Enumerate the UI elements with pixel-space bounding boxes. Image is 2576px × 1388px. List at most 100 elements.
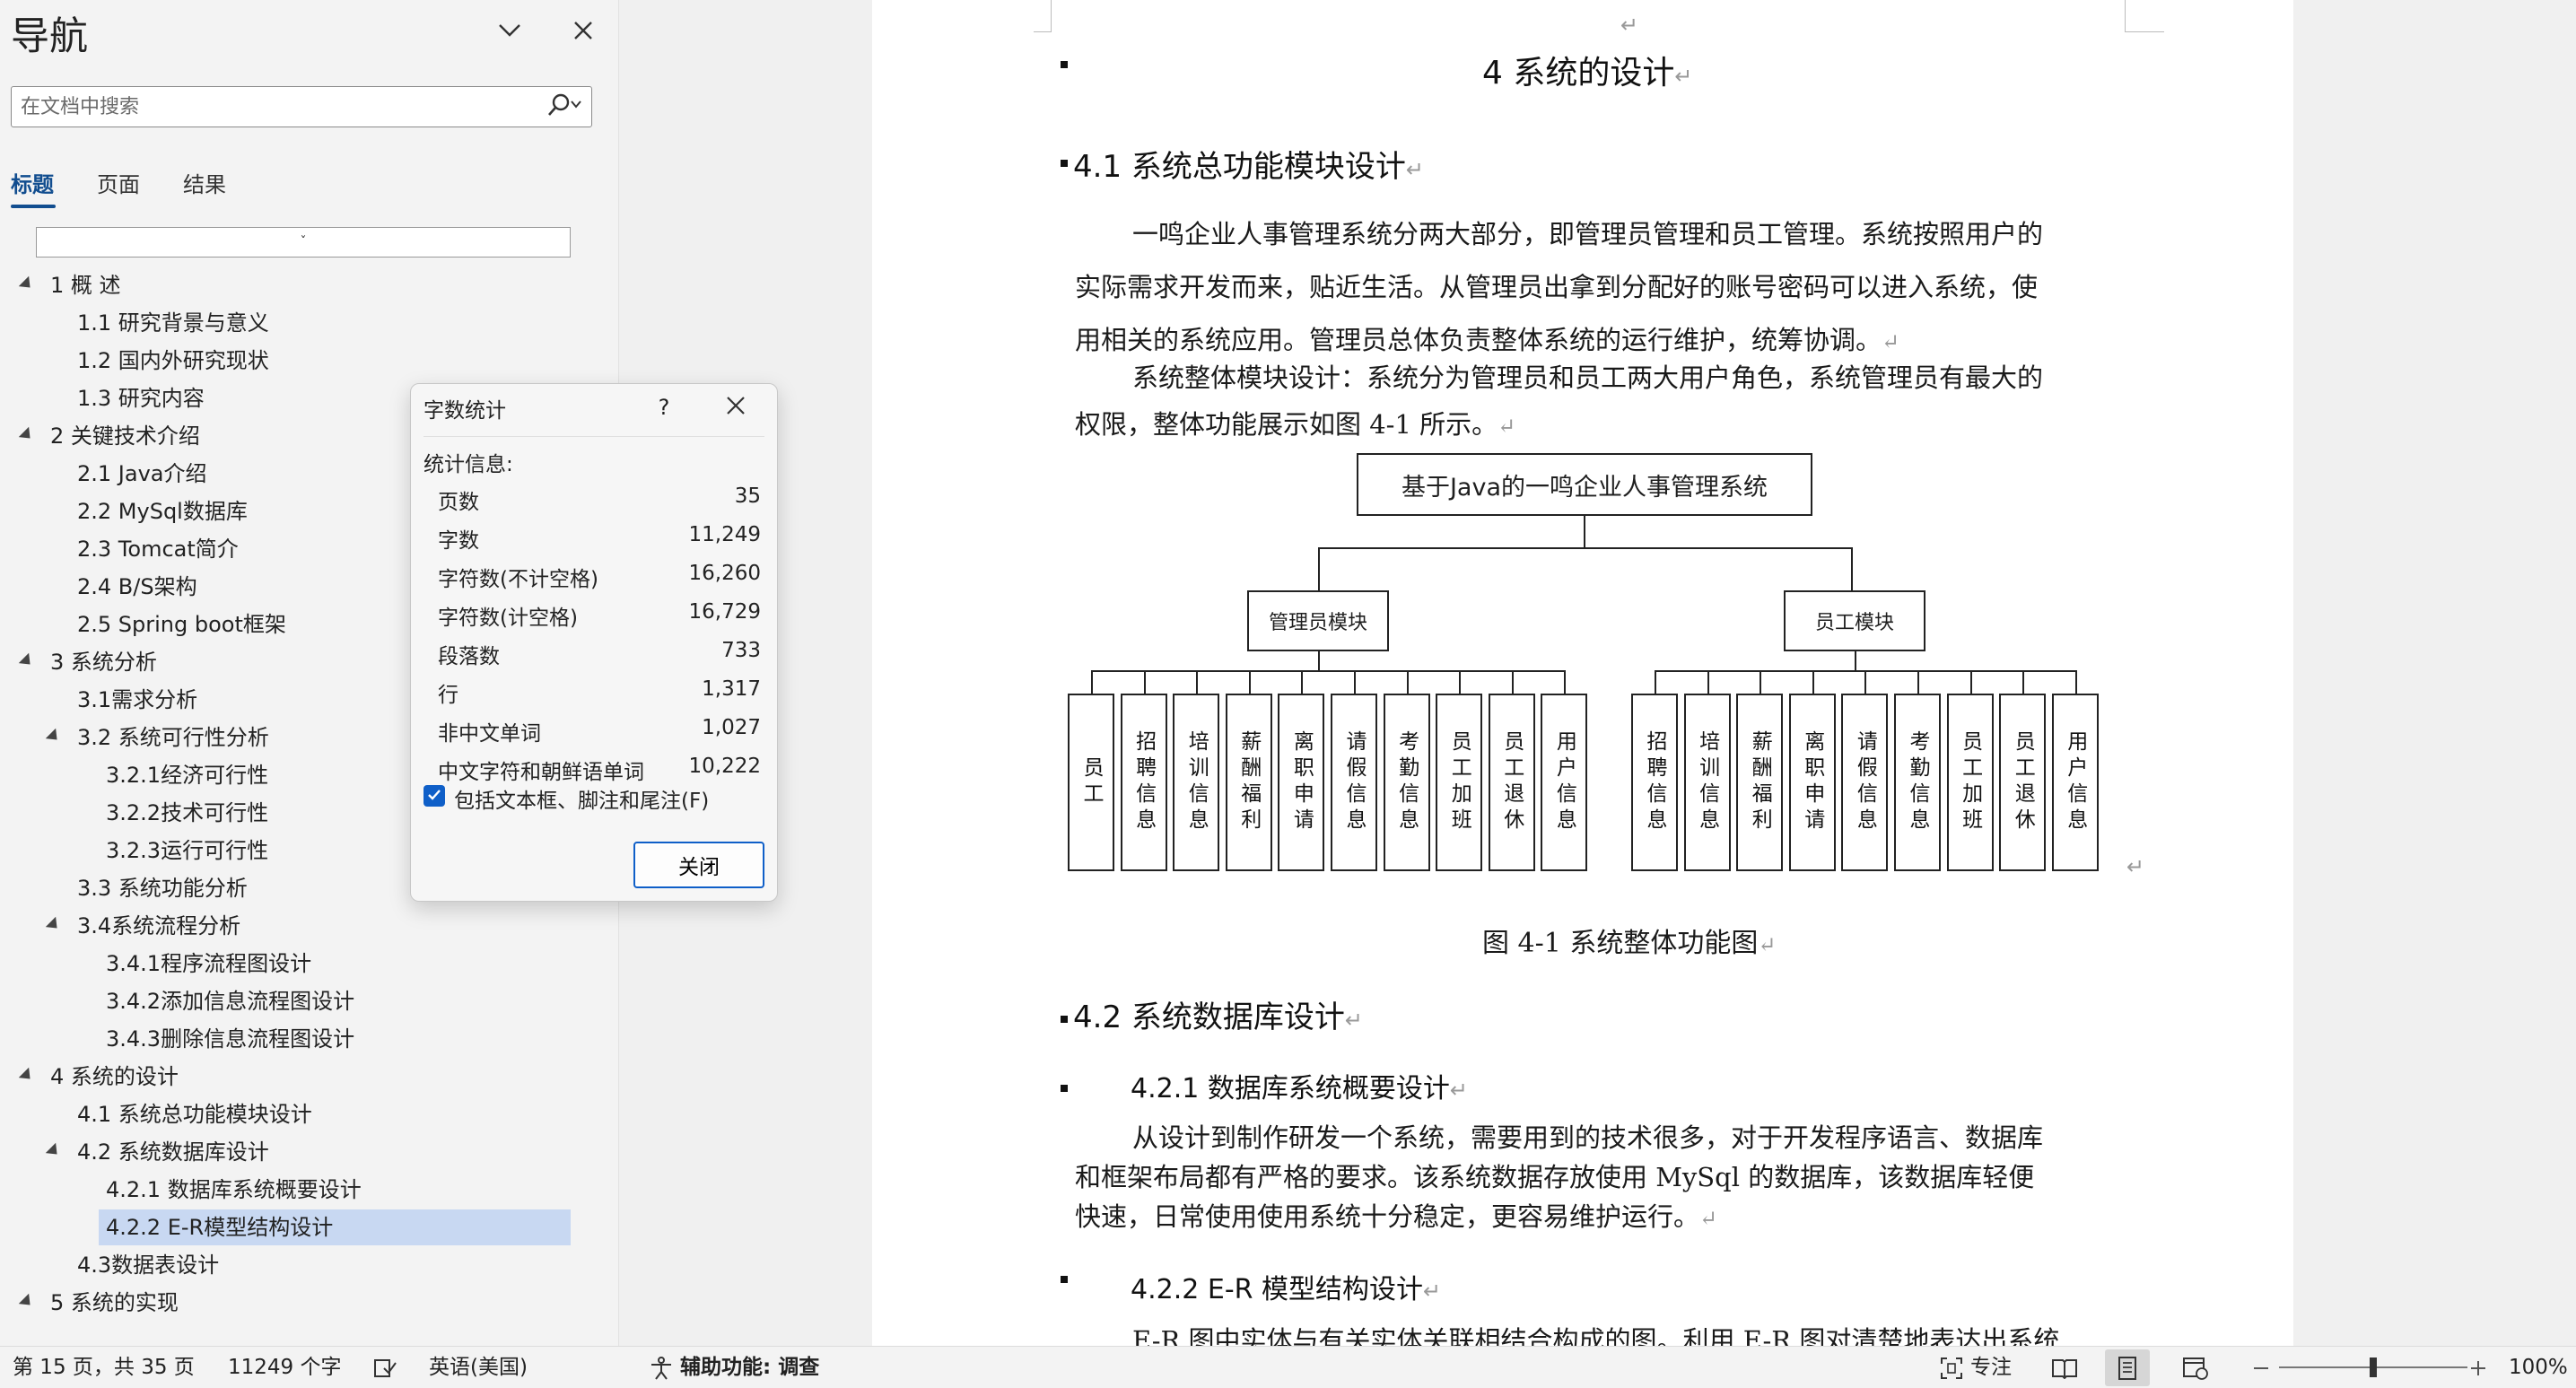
expand-caret-icon[interactable] xyxy=(18,1293,36,1311)
search-icon xyxy=(546,93,582,120)
zoom-out-button[interactable] xyxy=(2250,1347,2272,1388)
nav-heading-item[interactable]: 5 系统的实现 xyxy=(43,1285,179,1321)
focus-mode-button[interactable]: 专注 xyxy=(1970,1347,2012,1388)
nav-heading-label: 2 关键技术介绍 xyxy=(50,423,200,449)
page-counter[interactable]: 第 15 页，共 35 页 xyxy=(13,1347,195,1388)
nav-heading-item[interactable]: 1.2 国内外研究现状 xyxy=(70,343,269,379)
include-textbox-checkbox[interactable] xyxy=(424,785,445,807)
nav-heading-item[interactable]: 4 系统的设计 xyxy=(43,1059,179,1095)
nav-heading-label: 1.2 国内外研究现状 xyxy=(77,348,269,373)
nav-heading-item[interactable]: 2.4 B/S架构 xyxy=(70,569,197,605)
nav-heading-item[interactable]: 3.4.1程序流程图设计 xyxy=(99,946,311,982)
expand-caret-icon[interactable] xyxy=(45,1142,63,1160)
tab-results[interactable]: 结果 xyxy=(183,167,226,198)
stats-header: 统计信息: xyxy=(424,453,513,476)
stat-row: 段落数 733 xyxy=(438,639,761,673)
nav-close-button[interactable] xyxy=(563,13,603,52)
admin-function-node: 员工退休 xyxy=(1488,694,1535,871)
search-input[interactable] xyxy=(21,87,541,127)
nav-heading-item[interactable]: 2 关键技术介绍 xyxy=(43,418,200,454)
proofing-icon[interactable] xyxy=(371,1347,398,1388)
nav-heading-item[interactable]: 3.4.2添加信息流程图设计 xyxy=(99,983,354,1019)
nav-heading-item[interactable]: 3.4.3删除信息流程图设计 xyxy=(99,1021,354,1057)
connector-line xyxy=(1851,547,1853,590)
include-textbox-label[interactable]: 包括文本框、脚注和尾注(F) xyxy=(454,783,709,814)
nav-heading-item[interactable]: 4.3数据表设计 xyxy=(70,1247,219,1283)
connector-line xyxy=(1969,670,1972,694)
help-button[interactable]: ? xyxy=(646,389,682,425)
stat-value: 10,222 xyxy=(688,755,761,778)
nav-heading-item[interactable]: 4.1 系统总功能模块设计 xyxy=(70,1096,312,1132)
stat-row: 字数 11,249 xyxy=(438,523,761,557)
zoom-in-button[interactable] xyxy=(2467,1347,2489,1388)
heading-4-2-1: 4.2.1 数据库系统概要设计↵ xyxy=(1131,1073,1468,1104)
dialog-close-button[interactable] xyxy=(716,389,755,425)
paragraph-1: 一鸣企业人事管理系统分两大部分，即管理员管理和员工管理。系统按照用户的 实际需求… xyxy=(1075,208,2107,369)
collapse-all-bar[interactable]: ˇ xyxy=(36,227,571,258)
tab-pages[interactable]: 页面 xyxy=(97,167,140,198)
search-button[interactable] xyxy=(541,91,588,123)
expand-caret-icon[interactable] xyxy=(45,728,63,746)
zoom-thumb[interactable] xyxy=(2370,1357,2377,1377)
web-layout-icon[interactable] xyxy=(2180,1347,2211,1388)
nav-heading-item[interactable]: 3 系统分析 xyxy=(43,644,157,680)
document-page[interactable]: ↵ 4 系统的设计↵ 4.1 系统总功能模块设计↵ 一鸣企业人事管理系统分两大部… xyxy=(872,0,2293,1346)
expand-caret-icon[interactable] xyxy=(18,426,36,444)
nav-heading-item[interactable]: 3.2.3运行可行性 xyxy=(99,833,268,869)
language-indicator[interactable]: 英语(美国) xyxy=(429,1347,528,1388)
nav-heading-label: 4.2.2 E-R模型结构设计 xyxy=(106,1215,334,1240)
expand-caret-icon[interactable] xyxy=(18,1067,36,1085)
nav-heading-item[interactable]: 1.1 研究背景与意义 xyxy=(70,305,269,341)
nav-heading-item[interactable]: 3.2 系统可行性分析 xyxy=(70,720,269,755)
stat-value: 11,249 xyxy=(688,523,761,546)
read-mode-icon[interactable] xyxy=(2049,1347,2080,1388)
connector-line xyxy=(2022,670,2025,694)
close-button[interactable]: 关闭 xyxy=(633,842,764,888)
nav-heading-item[interactable]: 3.2.1经济可行性 xyxy=(99,757,268,793)
accessibility-icon[interactable] xyxy=(648,1347,675,1388)
zoom-slider[interactable] xyxy=(2279,1347,2467,1388)
nav-heading-item[interactable]: 3.3 系统功能分析 xyxy=(70,870,248,906)
nav-heading-item[interactable]: 1.3 研究内容 xyxy=(70,380,205,416)
print-layout-icon[interactable] xyxy=(2105,1349,2150,1386)
expand-caret-icon[interactable] xyxy=(18,275,36,293)
dialog-title: 字数统计 xyxy=(424,399,506,423)
nav-heading-item[interactable]: 4.2.2 E-R模型结构设计 xyxy=(99,1209,571,1245)
para-line: 一鸣企业人事管理系统分两大部分，即管理员管理和员工管理。系统按照用户的 xyxy=(1132,219,2044,249)
connector-line xyxy=(1459,670,1462,694)
focus-icon[interactable] xyxy=(1938,1347,1965,1388)
zoom-level[interactable]: 100% xyxy=(2509,1347,2568,1388)
stat-label: 中文字符和朝鲜语单词 xyxy=(438,761,644,784)
para-line: 系统整体模块设计：系统分为管理员和员工两大用户角色，系统管理员有最大的 xyxy=(1132,362,2044,393)
nav-heading-item[interactable]: 2.1 Java介绍 xyxy=(70,456,207,492)
nav-heading-item[interactable]: 2.2 MySql数据库 xyxy=(70,493,248,529)
nav-heading-item[interactable]: 3.1需求分析 xyxy=(70,682,197,718)
expand-caret-icon[interactable] xyxy=(45,916,63,934)
expand-caret-icon[interactable] xyxy=(18,652,36,670)
paragraph-mark: ↵ xyxy=(2126,854,2145,879)
nav-heading-label: 3.2 系统可行性分析 xyxy=(77,725,269,750)
tab-headings[interactable]: 标题 xyxy=(11,167,54,198)
word-counter[interactable]: 11249 个字 xyxy=(228,1347,341,1388)
stat-label: 页数 xyxy=(438,491,479,514)
nav-heading-item[interactable]: 4.2.1 数据库系统概要设计 xyxy=(99,1172,362,1208)
admin-function-node: 招聘信息 xyxy=(1120,694,1167,871)
heading-chapter-4: 4 系统的设计↵ xyxy=(1482,55,1693,92)
close-icon xyxy=(726,396,746,419)
nav-heading-item[interactable]: 1 概 述 xyxy=(43,267,121,303)
accessibility-status[interactable]: 辅助功能: 调查 xyxy=(680,1347,819,1388)
nav-heading-item[interactable]: 2.3 Tomcat简介 xyxy=(70,531,239,567)
nav-heading-item[interactable]: 4.2 系统数据库设计 xyxy=(70,1134,269,1170)
para-line: 权限，整体功能展示如图 4-1 所示。↵ xyxy=(1075,409,1516,440)
connector-line xyxy=(1406,670,1409,694)
nav-heading-item[interactable]: 3.2.2技术可行性 xyxy=(99,795,268,831)
stat-row: 非中文单词 1,027 xyxy=(438,716,761,750)
stat-value: 35 xyxy=(734,484,761,508)
nav-options-button[interactable] xyxy=(490,13,529,52)
nav-heading-label: 4.3数据表设计 xyxy=(77,1253,220,1278)
nav-heading-item[interactable]: 3.4系统流程分析 xyxy=(70,908,240,944)
staff-function-node: 员工退休 xyxy=(1999,694,2047,871)
heading-marker xyxy=(1061,1276,1068,1283)
staff-function-node-label: 招聘信息 xyxy=(1643,730,1666,834)
nav-heading-item[interactable]: 2.5 Spring boot框架 xyxy=(70,607,286,642)
